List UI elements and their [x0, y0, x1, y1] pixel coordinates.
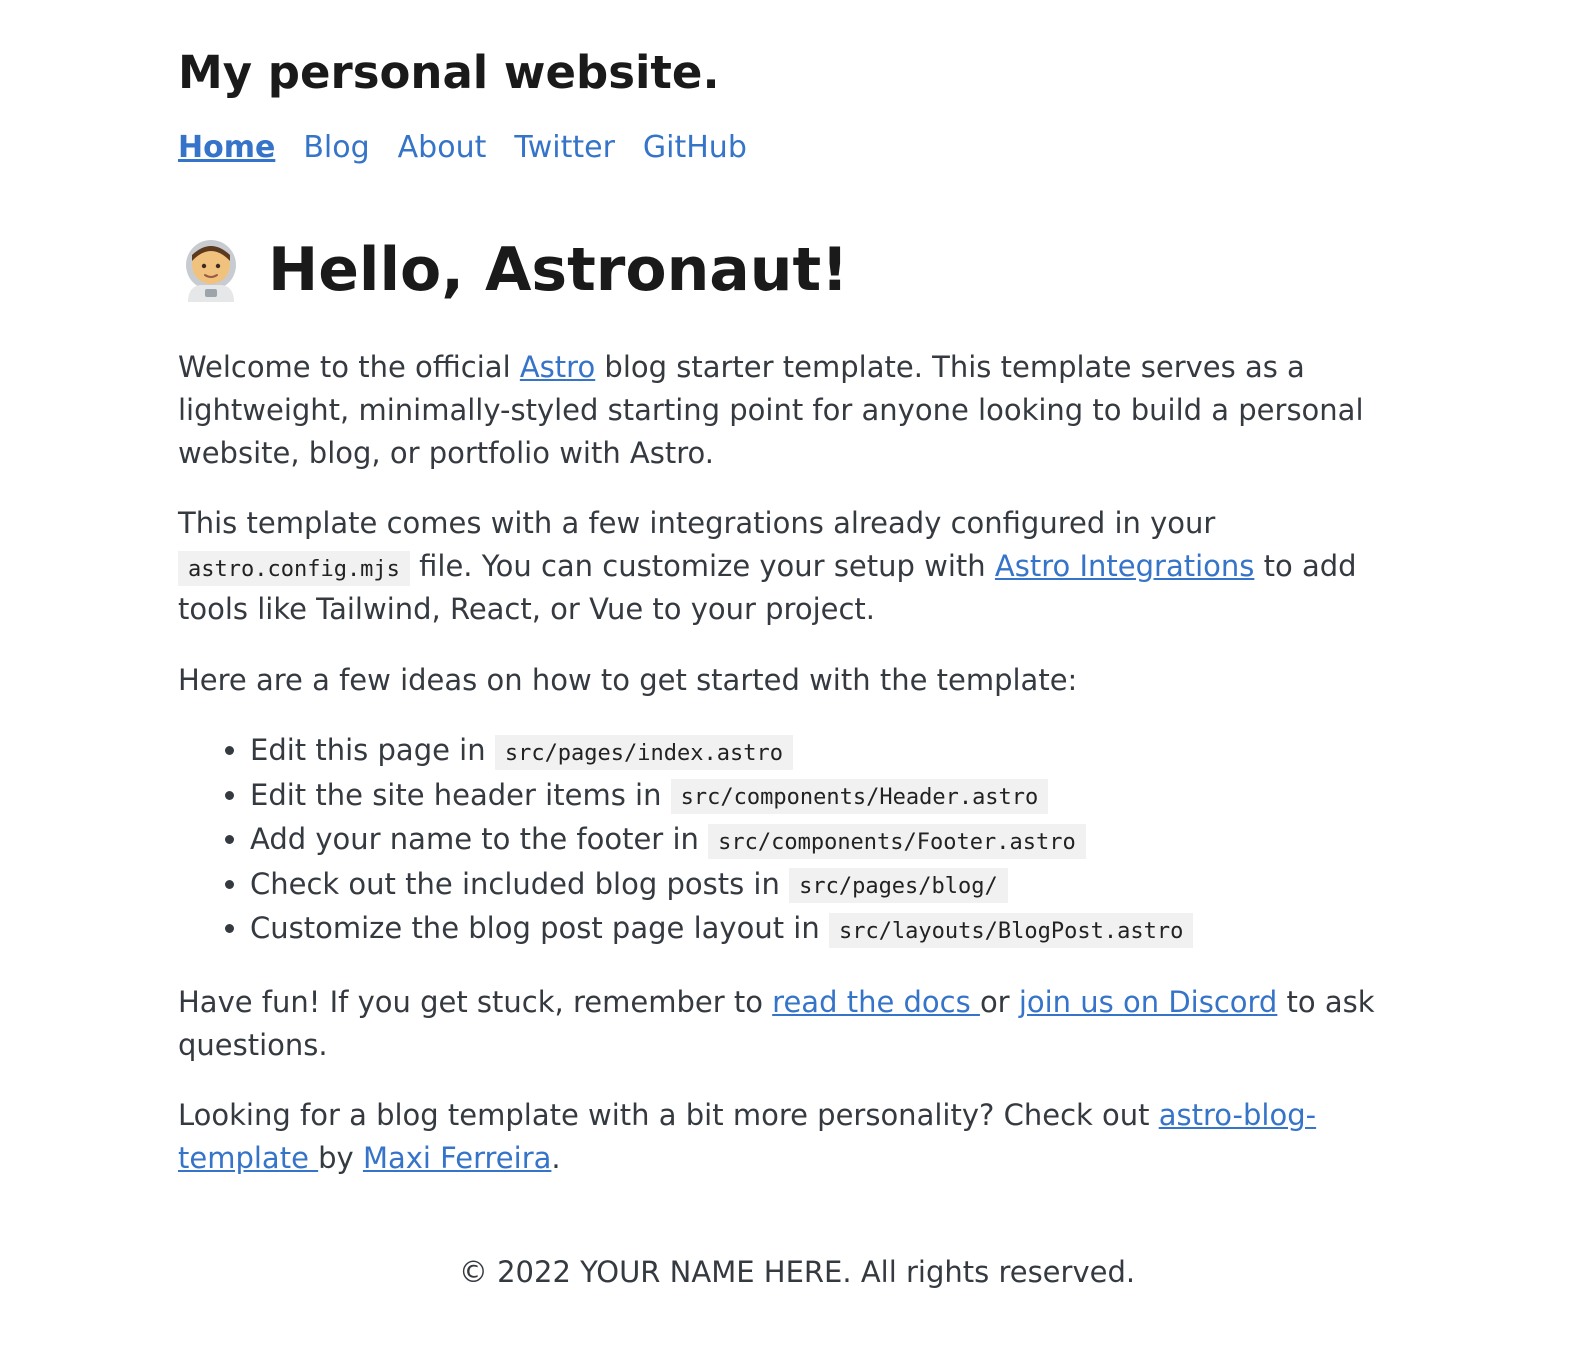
site-footer: © 2022 YOUR NAME HERE. All rights reserv…	[458, 1255, 1136, 1289]
hero-heading: Hello, Astronaut!	[178, 232, 849, 308]
integrations-text-start: This template comes with a few integrati…	[178, 506, 1216, 540]
nav-blog-link[interactable]: Blog	[303, 128, 369, 168]
template-text-start: Looking for a blog template with a bit m…	[178, 1098, 1159, 1132]
nav-github-link[interactable]: GitHub	[643, 128, 747, 168]
list-item: Edit this page in src/pages/index.astro	[250, 728, 1550, 773]
integrations-paragraph: This template comes with a few integrati…	[178, 502, 1378, 631]
integrations-text-middle: file. You can customize your setup with	[409, 549, 995, 583]
astro-link[interactable]: Astro	[520, 350, 595, 384]
astro-integrations-link[interactable]: Astro Integrations	[995, 549, 1254, 583]
intro-text-start: Welcome to the official	[178, 350, 520, 384]
astronaut-icon	[186, 240, 236, 302]
list-item-text: Add your name to the footer in	[250, 822, 709, 856]
nav-home-link[interactable]: Home	[178, 128, 275, 168]
site-title: My personal website.	[178, 46, 720, 99]
page: My personal website. Home Blog About Twi…	[0, 0, 1594, 1363]
list-item-text: Edit this page in	[250, 733, 495, 767]
intro-paragraph: Welcome to the official Astro blog start…	[178, 346, 1378, 475]
ideas-list: Edit this page in src/pages/index.astro …	[178, 728, 1550, 951]
read-docs-link[interactable]: read the docs	[772, 985, 980, 1019]
file-path-code: src/pages/blog/	[789, 868, 1008, 903]
nav-twitter-link[interactable]: Twitter	[514, 128, 615, 168]
list-item: Edit the site header items in src/compon…	[250, 773, 1550, 818]
help-text-start: Have fun! If you get stuck, remember to	[178, 985, 773, 1019]
list-item: Add your name to the footer in src/compo…	[250, 817, 1550, 862]
help-text-middle: or	[979, 985, 1019, 1019]
discord-link[interactable]: join us on Discord	[1019, 985, 1278, 1019]
help-paragraph: Have fun! If you get stuck, remember to …	[178, 981, 1378, 1067]
nav-about-link[interactable]: About	[398, 128, 487, 168]
list-item: Check out the included blog posts in src…	[250, 862, 1550, 907]
list-item-text: Edit the site header items in	[250, 777, 671, 812]
file-path-code: src/layouts/BlogPost.astro	[828, 912, 1194, 948]
site-nav: Home Blog About Twitter GitHub	[178, 128, 747, 168]
hero-title: Hello, Astronaut!	[268, 235, 849, 305]
maxi-ferreira-link[interactable]: Maxi Ferreira	[363, 1141, 551, 1175]
template-text-end: .	[551, 1141, 561, 1175]
list-item: Customize the blog post page layout in s…	[250, 906, 1550, 951]
file-path-code: src/components/Footer.astro	[708, 823, 1086, 859]
ideas-intro: Here are a few ideas on how to get start…	[178, 663, 1078, 697]
template-paragraph: Looking for a blog template with a bit m…	[178, 1094, 1378, 1180]
file-path-code: src/pages/index.astro	[494, 734, 793, 770]
file-path-code: src/components/Header.astro	[670, 779, 1049, 814]
list-item-text: Customize the blog post page layout in	[250, 911, 829, 945]
list-item-text: Check out the included blog posts in	[250, 866, 790, 901]
template-by-text: by	[318, 1141, 363, 1175]
astro-config-code: astro.config.mjs	[178, 550, 410, 586]
